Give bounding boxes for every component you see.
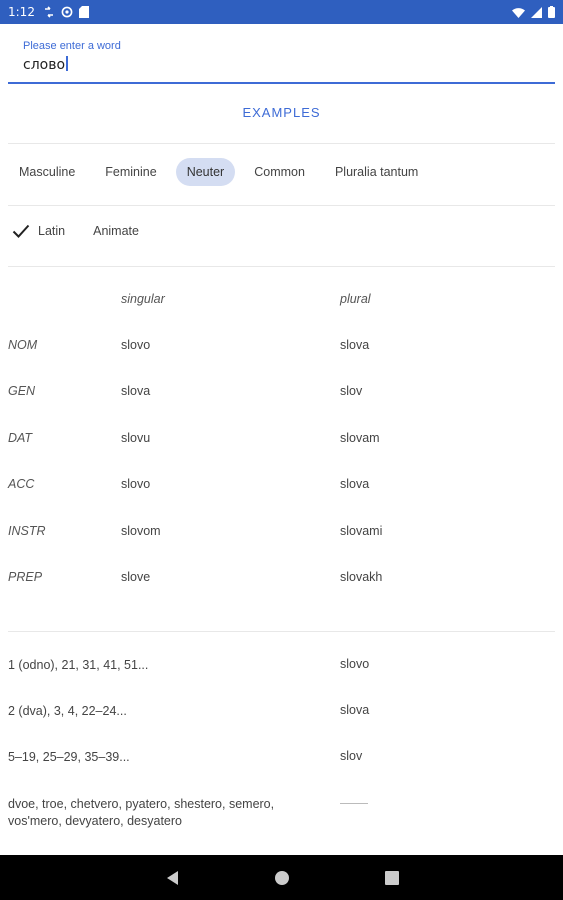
status-time: 1:12 (8, 5, 35, 19)
table-header-row: singular plural (0, 292, 563, 312)
singular-form: slova (121, 384, 151, 398)
singular-form: slovo (121, 477, 151, 491)
sd-card-icon (78, 6, 89, 18)
toggle-latin[interactable]: Latin (12, 224, 65, 238)
plural-form: slovam (340, 431, 380, 445)
singular-form: slovo (121, 338, 151, 352)
table-row: GEN slova slov (0, 384, 563, 404)
plural-form: slov (340, 384, 363, 398)
chip-common[interactable]: Common (243, 158, 316, 186)
numeral-form: slovo (340, 657, 370, 671)
toggle-latin-label: Latin (38, 224, 66, 238)
chip-feminine[interactable]: Feminine (94, 158, 167, 186)
numeral-numbers: 1 (odno), 21, 31, 41, 51... (8, 658, 149, 672)
chip-neuter[interactable]: Neuter (175, 158, 236, 186)
divider (8, 631, 555, 632)
chip-pluralia-tantum[interactable]: Pluralia tantum (324, 158, 429, 186)
toggle-animate-label: Animate (93, 224, 139, 238)
case-name: ACC (8, 477, 35, 491)
plural-form: slova (340, 338, 370, 352)
header-singular: singular (121, 292, 165, 306)
numeral-form: slov (340, 749, 363, 763)
gender-chip-group: Masculine Feminine Neuter Common Plurali… (8, 158, 437, 186)
case-name: PREP (8, 570, 43, 584)
case-name: NOM (8, 338, 38, 352)
table-row: DAT slovu slovam (0, 431, 563, 451)
text-caret (66, 56, 69, 71)
sync-icon (61, 6, 73, 18)
chip-masculine[interactable]: Masculine (8, 158, 86, 186)
back-icon[interactable] (165, 870, 179, 886)
header-plural: plural (340, 292, 371, 306)
numeral-form-empty (340, 796, 368, 810)
plural-form: slovakh (340, 570, 383, 584)
divider (8, 143, 555, 144)
battery-icon (548, 6, 555, 18)
checkmark-icon (12, 224, 30, 238)
plural-form: slovami (340, 524, 383, 538)
option-toggles: Latin Animate (12, 224, 167, 238)
word-input-value[interactable]: слово (23, 56, 69, 73)
empty-dash (340, 803, 368, 805)
divider (8, 266, 555, 267)
toggle-animate[interactable]: Animate (93, 224, 139, 238)
cell-signal-icon (531, 6, 542, 18)
table-row: INSTR slovom slovami (0, 524, 563, 544)
numeral-numbers: 5–19, 25–29, 35–39... (8, 750, 130, 764)
word-input[interactable]: Please enter a word слово (8, 38, 555, 84)
word-input-label: Please enter a word (23, 40, 121, 52)
singular-form: slovu (121, 431, 151, 445)
divider (8, 205, 555, 206)
numeral-numbers: dvoe, troe, chetvero, pyatero, shestero,… (8, 797, 275, 828)
singular-form: slovom (121, 524, 161, 538)
table-row: PREP slove slovakh (0, 570, 563, 590)
examples-button[interactable]: EXAMPLES (0, 97, 563, 129)
home-icon[interactable] (274, 870, 290, 886)
case-name: INSTR (8, 524, 46, 538)
status-bar: 1:12 (0, 0, 563, 24)
table-row: ACC slovo slova (0, 477, 563, 497)
table-row: NOM slovo slova (0, 338, 563, 358)
singular-form: slove (121, 570, 151, 584)
numeral-form: slova (340, 703, 370, 717)
case-name: DAT (8, 431, 33, 445)
recents-icon[interactable] (384, 870, 399, 885)
network-activity-icon (44, 6, 53, 18)
wifi-icon (512, 7, 525, 18)
plural-form: slova (340, 477, 370, 491)
case-name: GEN (8, 384, 36, 398)
navigation-bar (0, 855, 563, 900)
numeral-numbers: 2 (dva), 3, 4, 22–24... (8, 704, 127, 718)
